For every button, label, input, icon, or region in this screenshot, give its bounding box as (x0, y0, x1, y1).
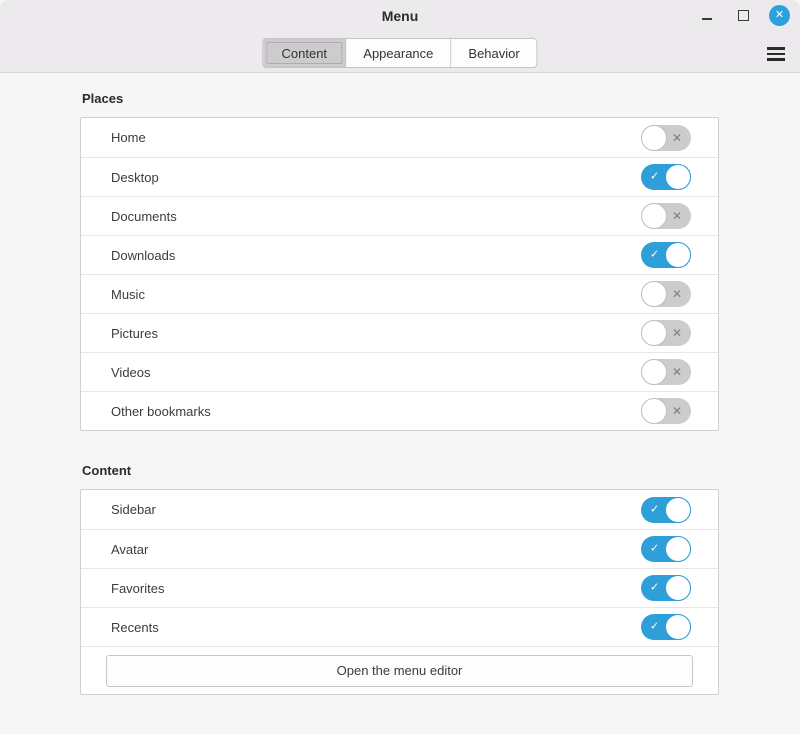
toggle-knob (665, 614, 691, 640)
settings-row: Documents ✕ (81, 196, 718, 235)
settings-row: Videos ✕ (81, 352, 718, 391)
button-row: Open the menu editor (81, 646, 718, 694)
toggle-switch[interactable]: ✕ (641, 281, 691, 307)
row-label: Documents (111, 209, 177, 224)
toggle-knob (665, 497, 691, 523)
settings-window: Menu ✕ Content Appearance Behavior (0, 0, 800, 734)
toggle-switch[interactable]: ✕ (641, 203, 691, 229)
settings-page-content: Places Home ✕ Desktop ✓ Documents ✕ Down… (0, 73, 800, 695)
check-icon: ✓ (650, 250, 659, 261)
row-label: Avatar (111, 542, 148, 557)
settings-row: Pictures ✕ (81, 313, 718, 352)
settings-row: Desktop ✓ (81, 157, 718, 196)
toggle-switch[interactable]: ✕ (641, 398, 691, 424)
tab-behavior[interactable]: Behavior (451, 39, 536, 67)
row-label: Desktop (111, 170, 159, 185)
check-icon: ✓ (650, 504, 659, 515)
cross-icon: ✕ (672, 366, 682, 378)
window-header: Menu ✕ Content Appearance Behavior (0, 0, 800, 73)
toggle-knob (665, 164, 691, 190)
row-label: Other bookmarks (111, 404, 211, 419)
toggle-knob (665, 575, 691, 601)
check-icon: ✓ (650, 622, 659, 633)
tab-appearance[interactable]: Appearance (346, 39, 451, 67)
maximize-icon (738, 10, 749, 21)
settings-row: Favorites ✓ (81, 568, 718, 607)
cross-icon: ✕ (672, 132, 682, 144)
hamburger-menu-icon (767, 47, 785, 50)
row-label: Pictures (111, 326, 158, 341)
check-icon: ✓ (650, 544, 659, 555)
hamburger-menu-icon (767, 53, 785, 56)
toggle-knob (641, 398, 667, 424)
toggle-knob (641, 281, 667, 307)
window-title: Menu (0, 8, 800, 24)
cross-icon: ✕ (672, 327, 682, 339)
minimize-button[interactable] (697, 5, 717, 25)
hamburger-menu-button[interactable] (765, 44, 787, 64)
settings-row: Sidebar ✓ (81, 490, 718, 529)
cross-icon: ✕ (672, 288, 682, 300)
toggle-knob (665, 536, 691, 562)
toggle-switch[interactable]: ✓ (641, 614, 691, 640)
toggle-knob (641, 203, 667, 229)
settings-row: Other bookmarks ✕ (81, 391, 718, 430)
row-label: Favorites (111, 581, 164, 596)
toggle-knob (641, 125, 667, 151)
toggle-knob (641, 320, 667, 346)
maximize-button[interactable] (733, 5, 753, 25)
section-title-places: Places (82, 91, 800, 106)
toggle-switch[interactable]: ✓ (641, 242, 691, 268)
content-panel: Sidebar ✓ Avatar ✓ Favorites ✓ Recents ✓… (80, 489, 719, 695)
row-label: Sidebar (111, 502, 156, 517)
toggle-switch[interactable]: ✕ (641, 359, 691, 385)
hamburger-menu-icon (767, 58, 785, 61)
toggle-switch[interactable]: ✕ (641, 125, 691, 151)
close-button[interactable]: ✕ (769, 5, 790, 26)
check-icon: ✓ (650, 172, 659, 183)
minimize-icon (702, 18, 712, 20)
toggle-switch[interactable]: ✓ (641, 164, 691, 190)
toggle-switch[interactable]: ✓ (641, 497, 691, 523)
check-icon: ✓ (650, 583, 659, 594)
row-label: Recents (111, 620, 159, 635)
tab-content[interactable]: Content (263, 39, 346, 67)
toggle-knob (641, 359, 667, 385)
settings-row: Music ✕ (81, 274, 718, 313)
row-label: Videos (111, 365, 151, 380)
tab-group: Content Appearance Behavior (262, 38, 537, 68)
cross-icon: ✕ (672, 210, 682, 222)
row-label: Downloads (111, 248, 175, 263)
places-panel: Home ✕ Desktop ✓ Documents ✕ Downloads ✓… (80, 117, 719, 431)
section-title-content: Content (82, 463, 800, 478)
settings-row: Recents ✓ (81, 607, 718, 646)
settings-row: Home ✕ (81, 118, 718, 157)
open-menu-editor-button[interactable]: Open the menu editor (106, 655, 693, 687)
toggle-switch[interactable]: ✓ (641, 536, 691, 562)
settings-row: Downloads ✓ (81, 235, 718, 274)
titlebar: Menu ✕ (0, 0, 800, 30)
row-label: Music (111, 287, 145, 302)
toggle-switch[interactable]: ✕ (641, 320, 691, 346)
window-controls: ✕ (697, 0, 790, 30)
toggle-switch[interactable]: ✓ (641, 575, 691, 601)
toggle-knob (665, 242, 691, 268)
settings-row: Avatar ✓ (81, 529, 718, 568)
cross-icon: ✕ (672, 405, 682, 417)
row-label: Home (111, 130, 146, 145)
close-icon: ✕ (775, 10, 784, 21)
